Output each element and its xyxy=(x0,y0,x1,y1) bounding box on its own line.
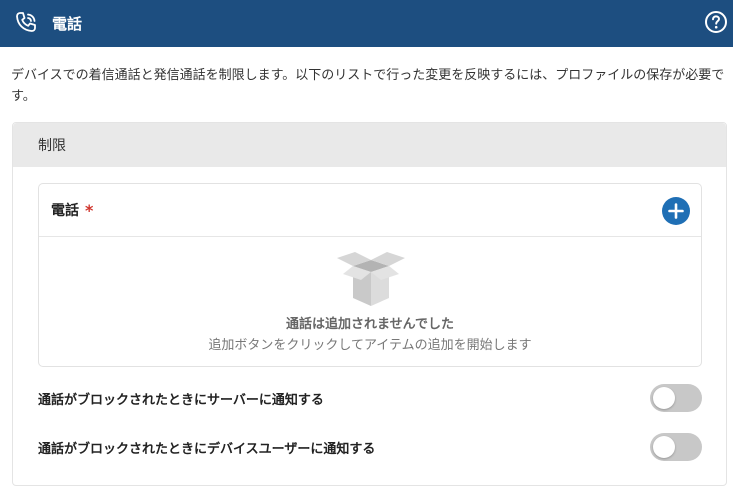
add-phone-button[interactable] xyxy=(662,197,690,225)
notify-user-row: 通話がブロックされたときにデバイスユーザーに通知する xyxy=(38,432,702,462)
notify-server-label: 通話がブロックされたときにサーバーに通知する xyxy=(38,392,324,408)
phone-list-panel: 電話 * 通話は追加されませんでした 追加ボタンをクリックしてアイテムの追加を開… xyxy=(38,183,702,367)
restrictions-header: 制限 xyxy=(13,123,726,167)
restrictions-card: 制限 電話 * 通話は追加されませんでした 追加ボタンをクリックしてアイテムの追… xyxy=(12,122,727,486)
notify-server-toggle[interactable] xyxy=(650,384,702,412)
empty-title: 通話は追加されませんでした xyxy=(286,317,454,332)
section-title: 制限 xyxy=(38,138,66,154)
phone-list-label: 電話 xyxy=(51,203,79,219)
empty-hint: 追加ボタンをクリックしてアイテムの追加を開始します xyxy=(208,338,532,353)
phone-list-header: 電話 * xyxy=(39,184,701,237)
empty-box-icon xyxy=(337,252,405,306)
phone-call-icon xyxy=(16,12,36,32)
notify-user-label: 通話がブロックされたときにデバイスユーザーに通知する xyxy=(38,441,376,457)
help-circle-icon[interactable] xyxy=(704,10,728,34)
page-description: デバイスでの着信通話と発信通話を制限します。以下のリストで行った変更を反映するに… xyxy=(11,68,725,104)
notify-server-row: 通話がブロックされたときにサーバーに通知する xyxy=(38,383,702,413)
plus-circle-icon xyxy=(668,203,684,219)
notify-user-toggle[interactable] xyxy=(650,433,702,461)
empty-state: 通話は追加されませんでした 追加ボタンをクリックしてアイテムの追加を開始します xyxy=(39,238,701,366)
toggle-knob xyxy=(653,387,675,409)
page-title: 電話 xyxy=(52,15,83,33)
required-mark: * xyxy=(85,200,94,220)
page-header: 電話 xyxy=(0,0,733,47)
toggle-knob xyxy=(653,436,675,458)
